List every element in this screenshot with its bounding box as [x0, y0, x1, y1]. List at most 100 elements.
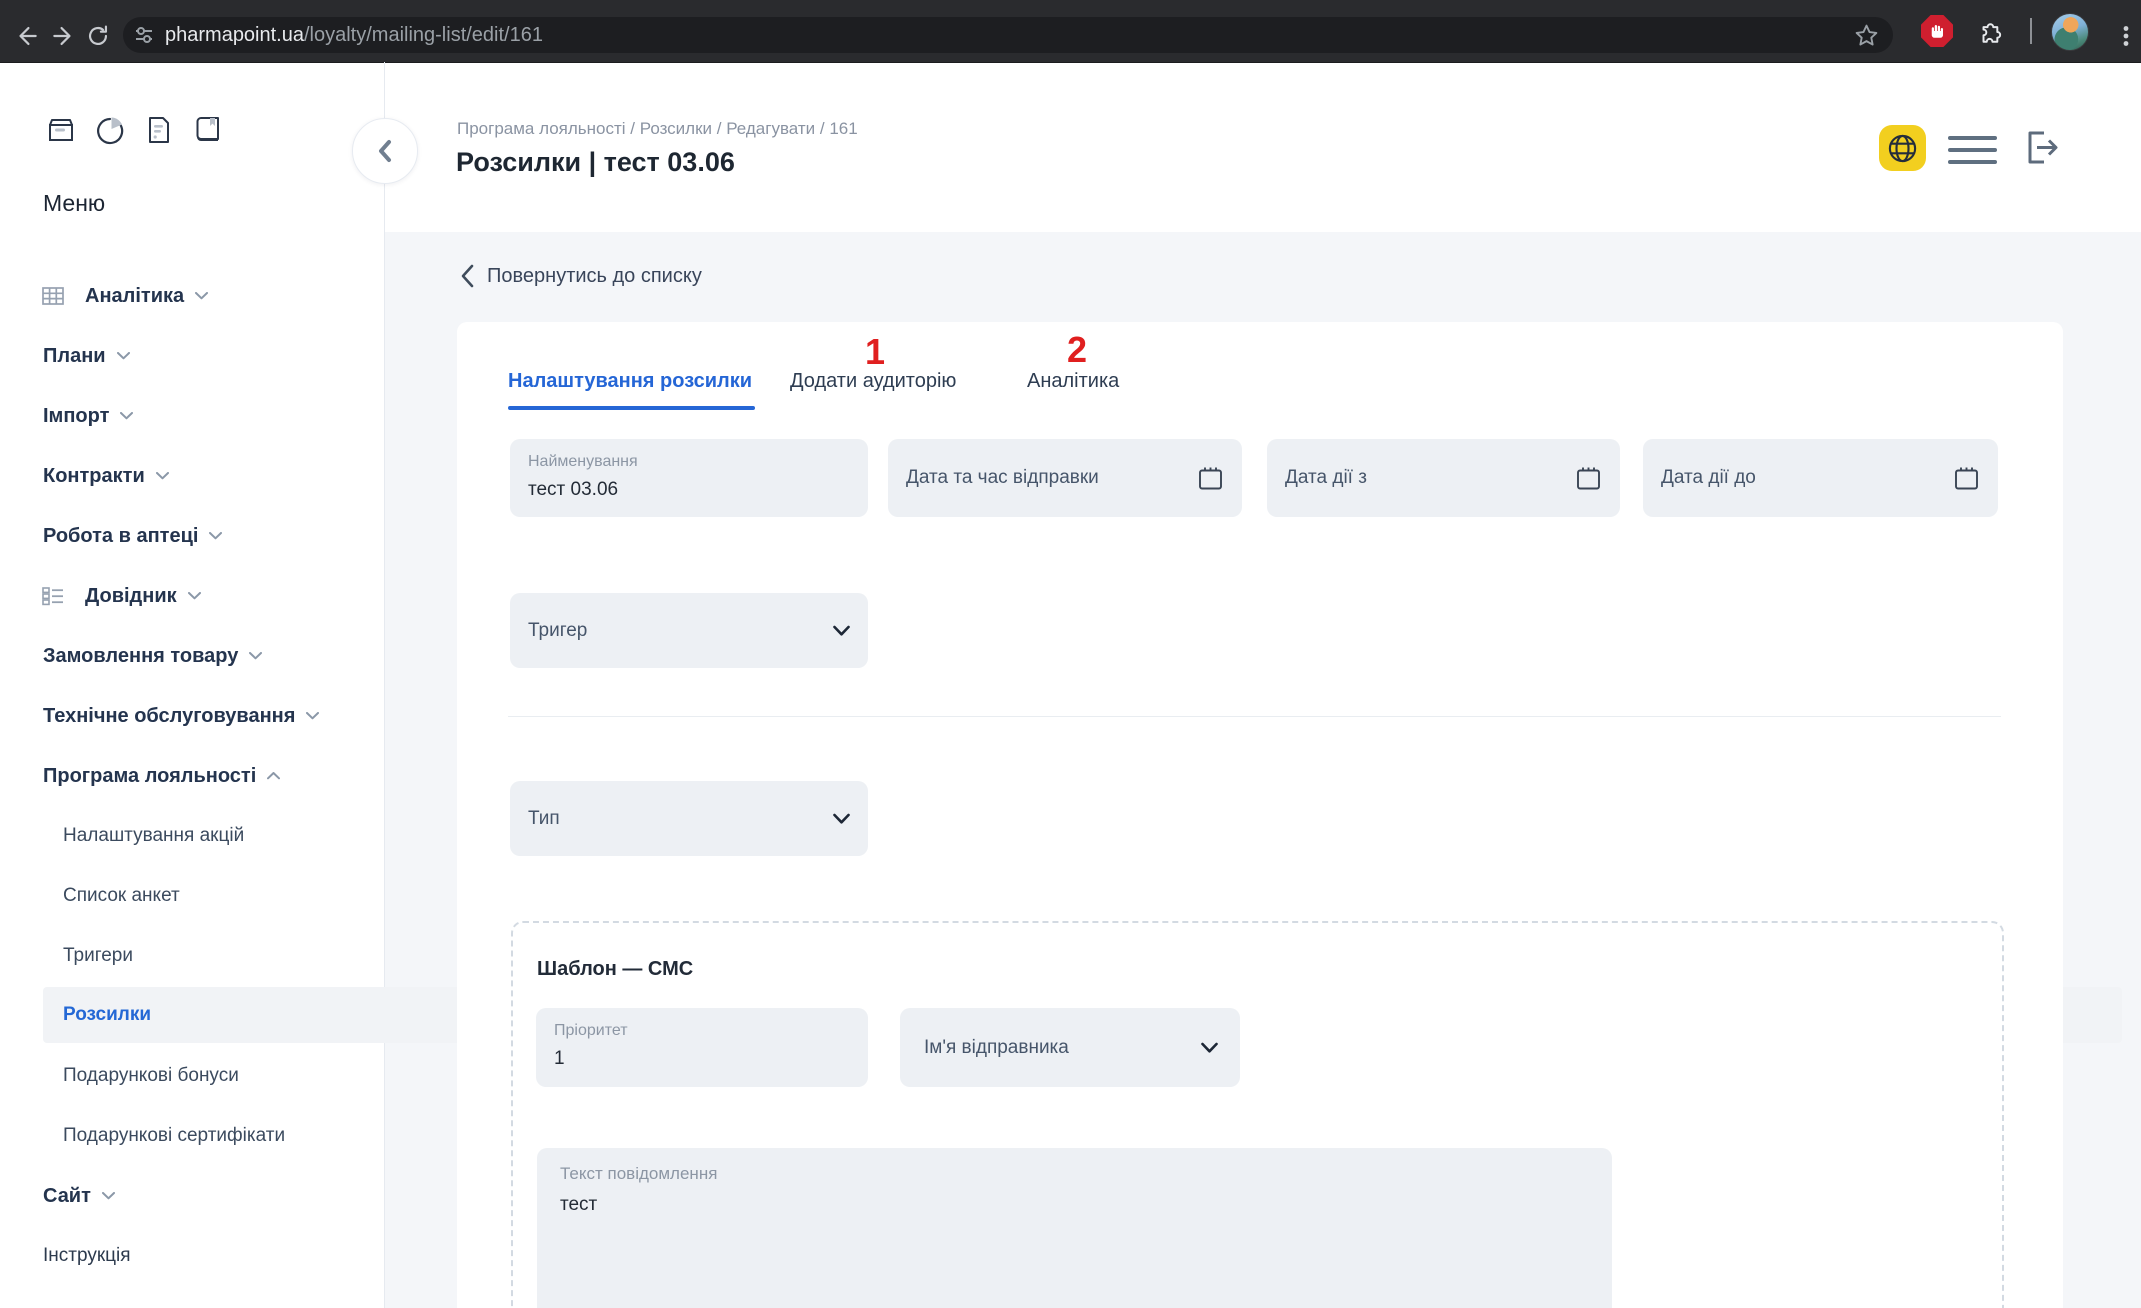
sidebar-item-label: Подарункові сертифікати: [63, 1125, 285, 1147]
globe-button[interactable]: [1879, 125, 1926, 171]
chevron-down-icon: [1201, 1042, 1218, 1053]
section-divider: [508, 716, 2001, 717]
sidebar-item-label: Інструкція: [43, 1245, 131, 1267]
chevron-down-icon: [188, 592, 201, 600]
calendar-icon[interactable]: [1575, 465, 1602, 492]
message-value: тест: [560, 1194, 597, 1216]
logout-icon: [2016, 124, 2062, 170]
calendar-icon[interactable]: [1197, 465, 1224, 492]
globe-icon: [1887, 133, 1918, 164]
sender-placeholder: Ім'я відправника: [924, 1008, 1069, 1087]
date-to-field[interactable]: Дата дії до: [1643, 439, 1998, 517]
back-arrow-icon: [14, 23, 40, 49]
message-textarea[interactable]: Текст повідомлення тест: [537, 1148, 1612, 1308]
chevron-left-icon: [374, 138, 396, 164]
browser-menu-button[interactable]: [2113, 23, 2139, 49]
site-info-button[interactable]: [133, 24, 155, 46]
chevron-left-icon: [460, 264, 475, 288]
toolbar-separator: [2030, 18, 2032, 44]
send-datetime-field[interactable]: Дата та час відправки: [888, 439, 1242, 517]
chevron-down-icon: [117, 352, 130, 360]
extensions-button[interactable]: [1977, 19, 2003, 45]
priority-field[interactable]: Пріоритет 1: [536, 1008, 868, 1087]
kebab-menu-icon: [2114, 24, 2138, 48]
app-window: pharmapoint.ua/loyalty/mailing-list/edit…: [0, 0, 2141, 1308]
menu-lines-button[interactable]: [1948, 136, 1997, 164]
date-from-field[interactable]: Дата дії з: [1267, 439, 1620, 517]
date-to-placeholder: Дата дії до: [1661, 439, 1756, 517]
chevron-down-icon: [249, 652, 262, 660]
sidebar-item-label: Програма лояльності: [43, 765, 256, 788]
archive-box-icon[interactable]: [45, 112, 77, 148]
tune-icon: [133, 24, 155, 46]
sms-template-heading: Шаблон — СМС: [537, 958, 693, 981]
sidebar-item-label: Плани: [43, 345, 106, 368]
sender-select[interactable]: Ім'я відправника: [900, 1008, 1240, 1087]
tab-analytics[interactable]: Аналітика: [1027, 370, 1119, 393]
logout-button[interactable]: [2016, 124, 2062, 170]
priority-value: 1: [554, 1048, 565, 1070]
chevron-up-icon: [267, 772, 280, 780]
sidebar-item-label: Тригери: [63, 945, 133, 967]
forward-arrow-icon: [50, 23, 76, 49]
book-icon[interactable]: [192, 112, 224, 148]
bookmark-star-button[interactable]: [1854, 23, 1879, 48]
sidebar-quick-icons: [45, 112, 224, 148]
chevron-down-icon: [120, 412, 133, 420]
reload-icon: [85, 23, 111, 49]
back-to-list-label: Повернутись до списку: [487, 265, 702, 288]
sidebar-item-label: Аналітика: [85, 285, 184, 308]
tab-add-audience[interactable]: Додати аудиторію: [790, 370, 956, 393]
forward-button[interactable]: [50, 23, 76, 49]
star-icon: [1854, 23, 1879, 48]
collapse-sidebar-button[interactable]: [352, 118, 418, 184]
sidebar-item-label: Технічне обслуговування: [43, 705, 295, 728]
url-path: /loyalty/mailing-list/edit/161: [304, 24, 543, 46]
url-text: pharmapoint.ua/loyalty/mailing-list/edit…: [165, 24, 543, 47]
page-title: Розсилки | тест 03.06: [456, 147, 735, 178]
profile-avatar[interactable]: [2051, 13, 2089, 51]
list-icon: [42, 586, 64, 606]
name-field-value: тест 03.06: [528, 479, 618, 501]
active-tab-underline: [508, 406, 755, 410]
annotation-2: 2: [1067, 329, 1087, 371]
pie-chart-icon[interactable]: [94, 112, 126, 148]
chevron-down-icon: [833, 813, 850, 824]
document-icon[interactable]: [143, 112, 175, 148]
adblock-extension-button[interactable]: [1921, 15, 1953, 47]
name-field[interactable]: Найменування тест 03.06: [510, 439, 868, 517]
annotation-1: 1: [865, 331, 885, 373]
back-to-list-link[interactable]: Повернутись до списку: [460, 262, 702, 290]
sidebar-item-label: Контракти: [43, 465, 145, 488]
browser-toolbar: pharmapoint.ua/loyalty/mailing-list/edit…: [0, 0, 2141, 63]
chevron-down-icon: [209, 532, 222, 540]
chevron-down-icon: [102, 1192, 115, 1200]
sidebar-item-label: Сайт: [43, 1185, 91, 1208]
sidebar-item-label: Довідник: [85, 585, 177, 608]
sidebar-item-label: Подарункові бонуси: [63, 1065, 239, 1087]
trigger-placeholder: Тригер: [528, 593, 587, 668]
url-bar[interactable]: pharmapoint.ua/loyalty/mailing-list/edit…: [123, 17, 1893, 53]
sidebar-item-label: Імпорт: [43, 405, 109, 428]
name-field-label: Найменування: [528, 453, 638, 471]
reload-button[interactable]: [85, 23, 111, 49]
chevron-down-icon: [306, 712, 319, 720]
grid-icon: [42, 286, 64, 306]
url-host: pharmapoint.ua: [165, 24, 304, 46]
back-button[interactable]: [14, 23, 40, 49]
calendar-icon[interactable]: [1953, 465, 1980, 492]
sidebar-item-label: Розсилки: [63, 1004, 151, 1026]
tab-mailing-settings[interactable]: Налаштування розсилки: [508, 370, 752, 393]
breadcrumb: Програма лояльності / Розсилки / Редагув…: [457, 119, 858, 139]
trigger-select[interactable]: Тригер: [510, 593, 868, 668]
send-datetime-placeholder: Дата та час відправки: [906, 439, 1099, 517]
sidebar-item-label: Налаштування акцій: [63, 825, 244, 847]
sidebar-menu-title: Меню: [43, 190, 105, 217]
type-placeholder: Тип: [528, 781, 560, 856]
puzzle-icon: [1977, 18, 2003, 46]
chevron-down-icon: [156, 472, 169, 480]
type-select[interactable]: Тип: [510, 781, 868, 856]
sidebar-item-analytics[interactable]: Аналітика: [0, 276, 2141, 316]
message-label: Текст повідомлення: [560, 1164, 717, 1184]
chevron-down-icon: [195, 292, 208, 300]
